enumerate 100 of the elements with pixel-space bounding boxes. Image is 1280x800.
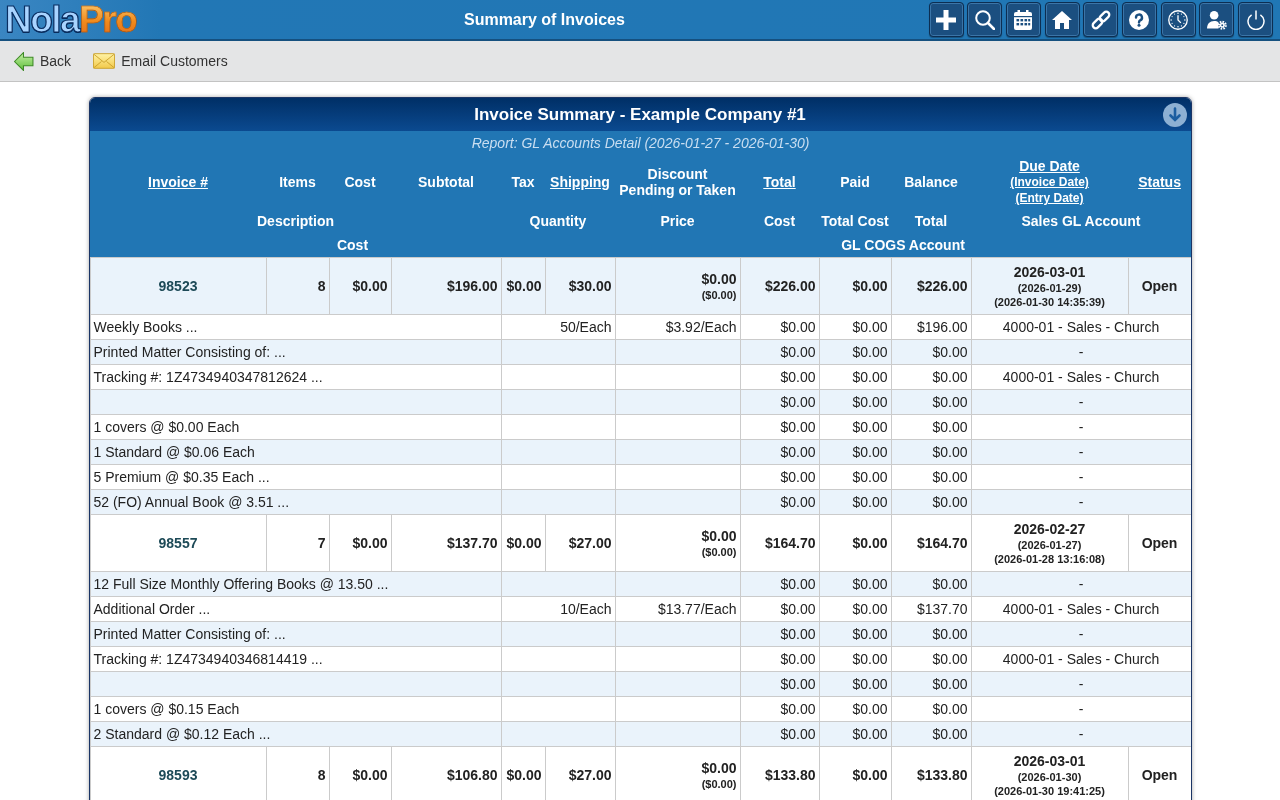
table-cell: 1 covers @ $0.15 Each — [90, 696, 501, 722]
toolbar-link[interactable]: Back — [14, 51, 72, 71]
chain-link-icon — [1090, 9, 1111, 30]
table-cell: 2026-03-01 (2026-01-29) (2026-01-30 14:35:39) — [971, 257, 1128, 315]
home-button[interactable] — [1044, 2, 1080, 37]
table-cell: 7 — [266, 514, 329, 572]
table-cell: $0.00 — [891, 364, 971, 390]
table-cell: Printed Matter Consisting of: ... — [90, 339, 501, 365]
invoice-number-link[interactable]: 98523 — [158, 278, 198, 294]
add-button[interactable] — [928, 2, 964, 37]
user-gear-icon — [1206, 9, 1227, 30]
clock-button[interactable] — [1160, 2, 1196, 37]
table-cell: Weekly Books ... — [90, 314, 501, 340]
table-cell: $0.00 — [819, 257, 891, 315]
table-cell: - — [971, 571, 1191, 597]
table-cell: 5 Premium @ $0.35 Each ... — [90, 464, 501, 490]
column-header: Total — [914, 213, 948, 229]
table-cell: $0.00 — [891, 414, 971, 440]
envelope-icon — [93, 53, 116, 69]
table-cell: $164.70 — [740, 514, 819, 572]
column-header: Cost — [344, 174, 376, 190]
power-icon — [1245, 9, 1266, 30]
table-cell: $0.00 — [819, 646, 891, 672]
table-cell: $0.00 — [891, 489, 971, 515]
invoice-number-link[interactable]: 98557 — [158, 535, 198, 551]
sort-link[interactable]: Shipping — [550, 174, 610, 190]
links-button[interactable] — [1083, 2, 1119, 37]
invoice-number-link[interactable]: 98593 — [158, 767, 198, 783]
table-cell: $0.00 — [891, 389, 971, 415]
table-cell: 8 — [266, 257, 329, 315]
table-cell: 10/Each — [501, 596, 615, 622]
plus-icon — [936, 9, 956, 30]
table-cell: $0.00 — [819, 696, 891, 722]
sort-link[interactable]: (Invoice Date) — [1010, 174, 1089, 190]
table-cell: 2 Standard @ $0.12 Each ... — [90, 721, 501, 747]
table-cell: $3.92/Each — [615, 314, 740, 340]
table-cell: $0.00 — [740, 314, 819, 340]
table-cell: $0.00 — [891, 339, 971, 365]
column-header: Items — [279, 174, 316, 190]
sort-link[interactable]: Status — [1138, 174, 1181, 190]
table-cell: $0.00 — [819, 314, 891, 340]
down-arrow-circle-icon[interactable] — [1162, 102, 1187, 127]
table-cell: $164.70 — [891, 514, 971, 572]
calendar-icon — [1013, 9, 1034, 30]
column-header: GL COGS Account — [841, 237, 965, 253]
table-cell: $0.00 — [891, 464, 971, 490]
sort-link[interactable]: (Entry Date) — [1015, 190, 1084, 206]
table-cell: $0.00 — [740, 596, 819, 622]
table-cell: 1 Standard @ $0.06 Each — [90, 439, 501, 465]
table-cell: - — [971, 389, 1191, 415]
table-cell: $0.00 — [740, 696, 819, 722]
column-header: Sales GL Account — [1021, 213, 1141, 229]
table-cell: $0.00 — [891, 439, 971, 465]
column-header: Tax — [511, 174, 535, 190]
table-cell: 52 (FO) Annual Book @ 3.51 ... — [90, 489, 501, 515]
table-cell: $137.70 — [391, 514, 501, 572]
table-cell: - — [971, 439, 1191, 465]
power-button[interactable] — [1238, 2, 1273, 37]
column-header: Quantity — [529, 213, 587, 229]
table-cell: $0.00 — [891, 571, 971, 597]
column-header: Total Cost — [821, 213, 889, 229]
column-header: Subtotal — [418, 174, 474, 190]
table-cell: $0.00 — [740, 646, 819, 672]
table-cell: $0.00 — [501, 257, 545, 315]
table-cell: - — [971, 489, 1191, 515]
table-cell: Tracking #: 1Z4734940347812624 ... — [90, 364, 501, 390]
table-cell: $0.00 — [329, 257, 391, 315]
table-cell: Open — [1128, 257, 1191, 315]
user-settings-button[interactable] — [1199, 2, 1235, 37]
sort-link[interactable]: Due Date — [1019, 158, 1080, 174]
column-header: Cost — [763, 213, 796, 229]
table-cell: $30.00 — [545, 257, 615, 315]
calendar-button[interactable] — [1005, 2, 1041, 37]
search-button[interactable] — [967, 2, 1003, 37]
logo[interactable]: NolaPro — [0, 0, 137, 39]
question-circle-icon — [1129, 9, 1150, 30]
table-cell: $0.00 — [819, 514, 891, 572]
table-cell: $196.00 — [891, 314, 971, 340]
table-cell: 1 covers @ $0.00 Each — [90, 414, 501, 440]
table-cell: $0.00 — [740, 364, 819, 390]
column-header: Discount Pending or Taken — [619, 166, 736, 198]
left-arrow-icon — [14, 51, 34, 71]
table-cell: Tracking #: 1Z4734940346814419 ... — [90, 646, 501, 672]
table-cell: $226.00 — [740, 257, 819, 315]
table-cell: $0.00 — [891, 721, 971, 747]
home-icon — [1052, 9, 1073, 30]
table-cell: $0.00 — [501, 514, 545, 572]
table-cell: $196.00 — [391, 257, 501, 315]
table-cell: Additional Order ... — [90, 596, 501, 622]
column-header: Price — [660, 213, 695, 229]
table-cell: $0.00 — [740, 464, 819, 490]
sort-link[interactable]: Invoice # — [148, 174, 208, 190]
table-cell: - — [971, 671, 1191, 697]
toolbar-link[interactable]: Email Customers — [93, 53, 228, 69]
table-cell: $0.00 — [819, 464, 891, 490]
table-cell: $226.00 — [891, 257, 971, 315]
sort-link[interactable]: Total — [763, 174, 796, 190]
help-button[interactable] — [1121, 2, 1157, 37]
column-header: Balance — [904, 174, 958, 190]
table-cell: $0.00 — [329, 514, 391, 572]
